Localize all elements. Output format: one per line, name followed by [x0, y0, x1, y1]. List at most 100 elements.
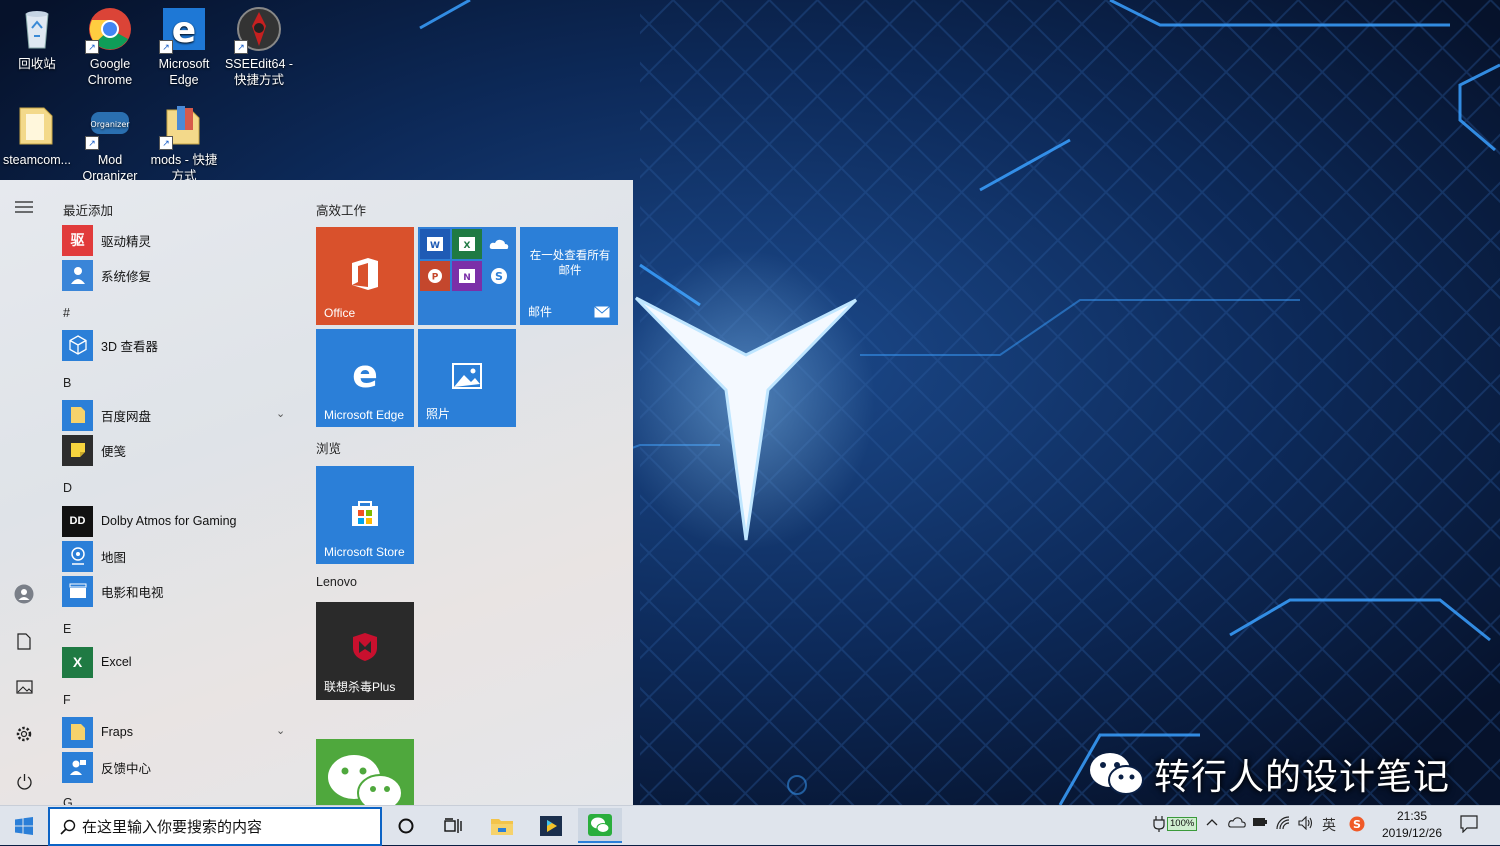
- taskbar-file-explorer[interactable]: [480, 808, 524, 843]
- start-button[interactable]: [0, 806, 47, 845]
- app-label: 驱动精灵: [101, 234, 152, 249]
- excel-icon: X: [452, 229, 482, 259]
- chevron-down-icon[interactable]: ⌄: [276, 724, 290, 738]
- tile-microsoft-store[interactable]: Microsoft Store: [316, 466, 414, 564]
- tile-label: Microsoft Store: [324, 545, 405, 559]
- letter-header-e[interactable]: E: [63, 622, 71, 636]
- battery-percent: 100%: [1167, 817, 1198, 831]
- app-item-feedback-hub[interactable]: 反馈中心: [62, 751, 298, 783]
- chevron-down-icon[interactable]: ⌄: [276, 407, 290, 421]
- excel-icon: X: [62, 646, 93, 678]
- wifi-icon[interactable]: [1276, 816, 1292, 833]
- volume-icon[interactable]: [1298, 815, 1314, 833]
- shortcut-arrow-icon: ↗: [159, 136, 173, 150]
- tile-wechat[interactable]: [316, 739, 414, 805]
- pictures-icon[interactable]: [12, 675, 36, 699]
- movies-icon: [62, 575, 93, 607]
- edge-icon: e ↗: [159, 6, 207, 54]
- onedrive-cloud-icon[interactable]: [1228, 816, 1246, 831]
- letter-header-g[interactable]: G: [63, 796, 73, 805]
- clock-date: 2019/12/26: [1381, 826, 1443, 840]
- hamburger-menu-icon[interactable]: [12, 195, 36, 219]
- taskbar-wechat[interactable]: [578, 808, 622, 843]
- chrome-icon: ↗: [85, 6, 133, 54]
- desktop-icon-label: Google Chrome: [87, 57, 133, 87]
- task-view-icon: [444, 817, 462, 833]
- feedback-icon: [62, 751, 93, 783]
- folder-icon: [62, 716, 93, 748]
- mod-organizer-icon: Organizer ↗: [85, 102, 133, 150]
- search-icon: [60, 819, 76, 835]
- letter-header-b[interactable]: B: [63, 376, 71, 390]
- windows-logo-icon: [14, 816, 33, 835]
- app-item-movies-tv[interactable]: 电影和电视: [62, 575, 298, 607]
- tile-mail[interactable]: 在一处查看所有邮件 邮件: [520, 227, 618, 325]
- document-icon[interactable]: [12, 629, 36, 653]
- app-item-baidu-netdisk[interactable]: 百度网盘 ⌄: [62, 399, 298, 431]
- group-title-lenovo[interactable]: Lenovo: [316, 575, 357, 589]
- start-menu: 最近添加 驱 驱动精灵 系统修复 # 3D 查看器 B 百度网盘 ⌄ 便笺 D …: [0, 180, 633, 805]
- ime-indicator[interactable]: 英: [1322, 815, 1336, 835]
- app-item-driver-genius[interactable]: 驱 驱动精灵: [62, 224, 298, 256]
- svg-text:Organizer: Organizer: [90, 120, 130, 129]
- svg-text:e: e: [172, 10, 196, 51]
- user-avatar-icon[interactable]: [12, 582, 36, 606]
- battery-indicator[interactable]: 100%: [1153, 815, 1198, 833]
- tile-office[interactable]: Office: [316, 227, 414, 325]
- app-item-excel[interactable]: X Excel: [62, 646, 298, 678]
- desktop-icon-edge[interactable]: e ↗ Microsoft Edge: [147, 2, 221, 88]
- desktop-icon-label: steamcom...: [2, 153, 72, 167]
- dolby-icon: DD: [62, 505, 93, 537]
- group-title-productivity[interactable]: 高效工作: [316, 200, 366, 219]
- task-view-button[interactable]: [431, 808, 475, 843]
- file-explorer-icon: [491, 818, 513, 835]
- tray-expand-chevron-up-icon[interactable]: [1206, 816, 1218, 830]
- recycle-bin-icon: [14, 6, 60, 52]
- letter-header-hash[interactable]: #: [63, 306, 70, 320]
- app-item-maps[interactable]: 地图: [62, 540, 298, 572]
- desktop-icon-steamcom[interactable]: steamcom...: [0, 98, 74, 168]
- letter-header-d[interactable]: D: [63, 481, 72, 495]
- settings-gear-icon[interactable]: [12, 722, 36, 746]
- action-center-button[interactable]: [1460, 815, 1478, 836]
- cortana-circle-icon: [398, 818, 414, 833]
- shortcut-arrow-icon: ↗: [159, 40, 173, 54]
- desktop-icon-recycle-bin[interactable]: 回收站: [0, 2, 74, 72]
- sogou-input-icon[interactable]: S: [1349, 816, 1365, 835]
- shortcut-arrow-icon: ↗: [234, 40, 248, 54]
- desktop-icon-sseedit[interactable]: ↗ SSEEdit64 - 快捷方式: [222, 2, 296, 88]
- app-label: 电影和电视: [101, 585, 164, 600]
- cortana-button[interactable]: [384, 808, 428, 843]
- letter-header-f[interactable]: F: [63, 693, 71, 707]
- desktop-icon-mods[interactable]: ↗ mods - 快捷方式: [147, 98, 221, 184]
- search-placeholder: 在这里输入你要搜索的内容: [82, 819, 263, 836]
- tile-edge[interactable]: e Microsoft Edge: [316, 329, 414, 427]
- dolby-glyph: DD: [69, 515, 86, 527]
- svg-text:W: W: [430, 241, 440, 251]
- mail-tile-heading: 在一处查看所有邮件: [529, 250, 611, 277]
- tile-lenovo-antivirus[interactable]: 联想杀毒Plus: [316, 602, 414, 700]
- shortcut-arrow-icon: ↗: [85, 40, 99, 54]
- app-item-fraps[interactable]: Fraps ⌄: [62, 716, 298, 748]
- desktop-icon-chrome[interactable]: ↗ Google Chrome: [73, 2, 147, 88]
- app-item-system-repair[interactable]: 系统修复: [62, 259, 298, 291]
- app-item-3d-viewer[interactable]: 3D 查看器: [62, 329, 298, 361]
- mcafee-shield-icon: [353, 633, 377, 661]
- desktop-icon-mod-organizer[interactable]: Organizer ↗ Mod Organizer: [73, 98, 147, 184]
- mail-envelope-icon: [594, 306, 610, 318]
- sticky-note-icon: [62, 434, 93, 466]
- power-status-icon[interactable]: [1252, 816, 1268, 831]
- app-item-sticky-notes[interactable]: 便笺: [62, 434, 298, 466]
- taskbar-search-box[interactable]: 在这里输入你要搜索的内容: [48, 807, 382, 846]
- group-title-browse[interactable]: 浏览: [316, 438, 341, 457]
- app-label: Excel: [101, 655, 132, 669]
- power-icon[interactable]: [12, 769, 36, 793]
- svg-text:S: S: [495, 270, 503, 283]
- tile-photos[interactable]: 照片: [418, 329, 516, 427]
- app-item-dolby[interactable]: DD Dolby Atmos for Gaming: [62, 505, 298, 537]
- notification-icon: [1460, 815, 1478, 834]
- system-clock[interactable]: 21:35 2019/12/26: [1370, 808, 1454, 842]
- taskbar-media-player[interactable]: [529, 808, 573, 843]
- tile-office-apps-folder[interactable]: W X P N S: [418, 227, 516, 325]
- tile-label: 联想杀毒Plus: [324, 680, 396, 694]
